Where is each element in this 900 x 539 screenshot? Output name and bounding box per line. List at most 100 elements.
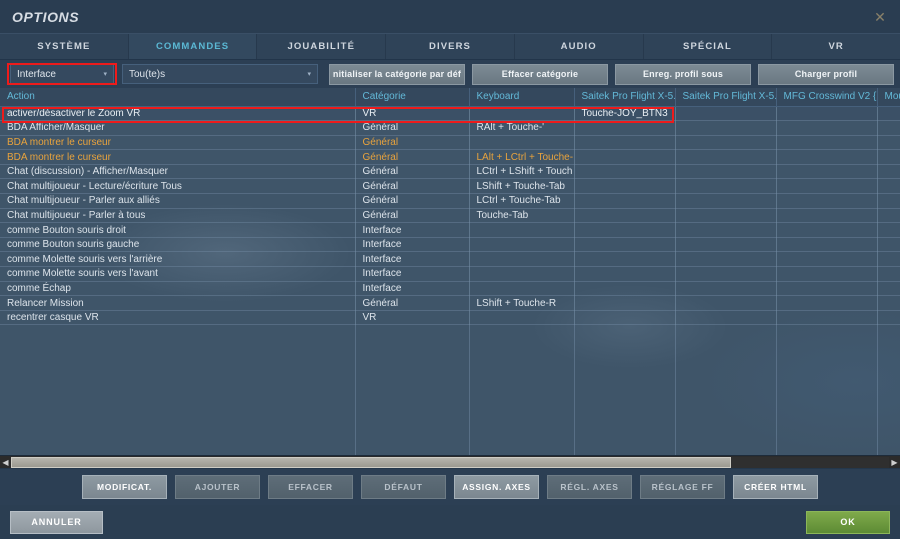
table-cell-device-2[interactable] [675, 120, 777, 136]
table-cell-device-1[interactable]: Touche-JOY_BTN3 [574, 106, 676, 122]
table-cell-device-2[interactable] [675, 135, 777, 151]
table-cell-keyboard[interactable] [469, 222, 575, 238]
table-row[interactable]: Chat multijoueur - Lecture/écriture Tous… [0, 178, 900, 195]
table-row[interactable]: comme Bouton souris gauche Interface [0, 237, 900, 253]
table-row[interactable]: comme Molette souris vers l'avant Interfa… [0, 266, 900, 282]
table-row[interactable]: Chat (discussion) - Afficher/Masquer Géné… [0, 164, 900, 180]
table-cell-categorie[interactable]: Interface [355, 281, 470, 297]
table-row[interactable]: activer/désactiver le Zoom VR VR Touche-JO… [0, 106, 900, 122]
table-row[interactable]: BDA montrer le curseur Général LAlt + LCtr… [0, 149, 900, 165]
force-feedback-button[interactable]: RÉGLAGE FF [640, 475, 725, 499]
table-cell-device-4[interactable] [877, 295, 900, 311]
table-cell-device-4[interactable] [877, 164, 900, 180]
table-cell-categorie[interactable]: Interface [355, 237, 470, 253]
table-cell-device-3[interactable] [776, 310, 878, 326]
table-cell-device-1[interactable] [574, 310, 676, 326]
table-cell-keyboard[interactable]: LAlt + LCtrl + Touche- [469, 149, 575, 165]
create-html-button[interactable]: CRÉER HTML [733, 475, 818, 499]
table-cell-device-2[interactable] [675, 266, 777, 282]
table-cell-categorie[interactable]: Général [355, 193, 470, 209]
table-cell-keyboard[interactable]: LShift + Touche-R [469, 295, 575, 311]
table-cell-keyboard[interactable]: LCtrl + Touche-Tab [469, 193, 575, 209]
cancel-button[interactable]: ANNULER [10, 510, 103, 534]
table-cell-action[interactable]: comme Échap [0, 281, 356, 297]
column-header-device-3[interactable]: MFG Crosswind V2 {... [776, 88, 878, 107]
table-cell-device-4[interactable] [877, 310, 900, 326]
table-cell-keyboard[interactable] [469, 266, 575, 282]
table-cell-categorie[interactable]: Général [355, 149, 470, 165]
table-cell-device-1[interactable] [574, 120, 676, 136]
table-row[interactable]: Chat multijoueur - Parler aux alliés Géné… [0, 193, 900, 209]
axes-settings-button[interactable]: RÉGL. AXES [547, 475, 632, 499]
table-cell-device-1[interactable] [574, 222, 676, 238]
tab-jouabilite[interactable]: JOUABILITÉ [257, 34, 387, 59]
add-button[interactable]: AJOUTER [175, 475, 260, 499]
table-cell-device-3[interactable] [776, 281, 878, 297]
horizontal-scrollbar[interactable]: ◀ ▶ [0, 455, 900, 468]
table-cell-action[interactable]: Relancer Mission [0, 295, 356, 311]
table-cell-action[interactable]: BDA Afficher/Masquer [0, 120, 356, 136]
load-profile-button[interactable]: Charger profil [758, 63, 894, 85]
column-header-device-2[interactable]: Saitek Pro Flight X-5... [675, 88, 777, 107]
column-header-keyboard[interactable]: Keyboard [469, 88, 575, 107]
table-cell-categorie[interactable]: Général [355, 178, 470, 195]
table-cell-device-3[interactable] [776, 178, 878, 195]
table-cell-categorie[interactable]: VR [355, 106, 470, 122]
table-cell-device-1[interactable] [574, 178, 676, 195]
table-cell-device-4[interactable] [877, 266, 900, 282]
table-cell-categorie[interactable]: Interface [355, 251, 470, 268]
table-row[interactable]: BDA montrer le curseur Général [0, 135, 900, 151]
table-cell-device-1[interactable] [574, 251, 676, 268]
table-cell-keyboard[interactable] [469, 251, 575, 268]
table-cell-device-2[interactable] [675, 310, 777, 326]
table-cell-device-3[interactable] [776, 135, 878, 151]
table-cell-keyboard[interactable] [469, 106, 575, 122]
table-cell-device-3[interactable] [776, 164, 878, 180]
table-cell-device-3[interactable] [776, 266, 878, 282]
table-cell-device-2[interactable] [675, 164, 777, 180]
ok-button[interactable]: OK [806, 510, 890, 534]
table-cell-device-2[interactable] [675, 281, 777, 297]
scrollbar-track[interactable] [11, 456, 889, 468]
table-cell-keyboard[interactable]: LCtrl + LShift + Touch [469, 164, 575, 180]
table-cell-action[interactable]: comme Bouton souris gauche [0, 237, 356, 253]
clear-button[interactable]: EFFACER [268, 475, 353, 499]
table-cell-categorie[interactable]: Général [355, 120, 470, 136]
table-cell-device-1[interactable] [574, 237, 676, 253]
table-cell-device-1[interactable] [574, 266, 676, 282]
table-cell-device-2[interactable] [675, 178, 777, 195]
tab-systeme[interactable]: SYSTÈME [0, 34, 129, 59]
table-row[interactable]: BDA Afficher/Masquer Général RAlt + Touche… [0, 120, 900, 136]
table-row[interactable]: comme Échap Interface [0, 281, 900, 297]
table-cell-device-4[interactable] [877, 251, 900, 268]
table-cell-action[interactable]: Chat multijoueur - Lecture/écriture Tous [0, 178, 356, 195]
table-cell-device-2[interactable] [675, 106, 777, 122]
table-cell-keyboard[interactable] [469, 135, 575, 151]
table-cell-device-2[interactable] [675, 251, 777, 268]
table-cell-action[interactable]: activer/désactiver le Zoom VR [0, 106, 356, 122]
table-cell-device-2[interactable] [675, 237, 777, 253]
table-cell-device-3[interactable] [776, 222, 878, 238]
column-header-device-4[interactable]: Mou [877, 88, 900, 107]
table-cell-categorie[interactable]: Interface [355, 266, 470, 282]
tab-vr[interactable]: VR [772, 34, 900, 59]
table-cell-device-3[interactable] [776, 295, 878, 311]
reset-category-button[interactable]: nitialiser la catégorie par déf [329, 63, 465, 85]
table-cell-keyboard[interactable] [469, 281, 575, 297]
table-cell-device-1[interactable] [574, 135, 676, 151]
table-cell-device-2[interactable] [675, 295, 777, 311]
tab-divers[interactable]: DIVERS [386, 34, 515, 59]
table-row[interactable]: Chat multijoueur - Parler à tous Général T… [0, 208, 900, 224]
table-cell-device-4[interactable] [877, 237, 900, 253]
table-cell-device-1[interactable] [574, 208, 676, 224]
table-cell-action[interactable]: BDA montrer le curseur [0, 135, 356, 151]
table-cell-action[interactable]: Chat multijoueur - Parler aux alliés [0, 193, 356, 209]
column-header-categorie[interactable]: Catégorie [355, 88, 470, 107]
assign-axes-button[interactable]: ASSIGN. AXES [454, 475, 539, 499]
table-cell-device-4[interactable] [877, 135, 900, 151]
table-cell-categorie[interactable]: VR [355, 310, 470, 326]
table-cell-device-4[interactable] [877, 120, 900, 136]
scroll-left-arrow-icon[interactable]: ◀ [0, 457, 11, 468]
table-cell-categorie[interactable]: Général [355, 208, 470, 224]
device-filter-dropdown[interactable]: Tou(te)s ▾ [122, 64, 318, 84]
